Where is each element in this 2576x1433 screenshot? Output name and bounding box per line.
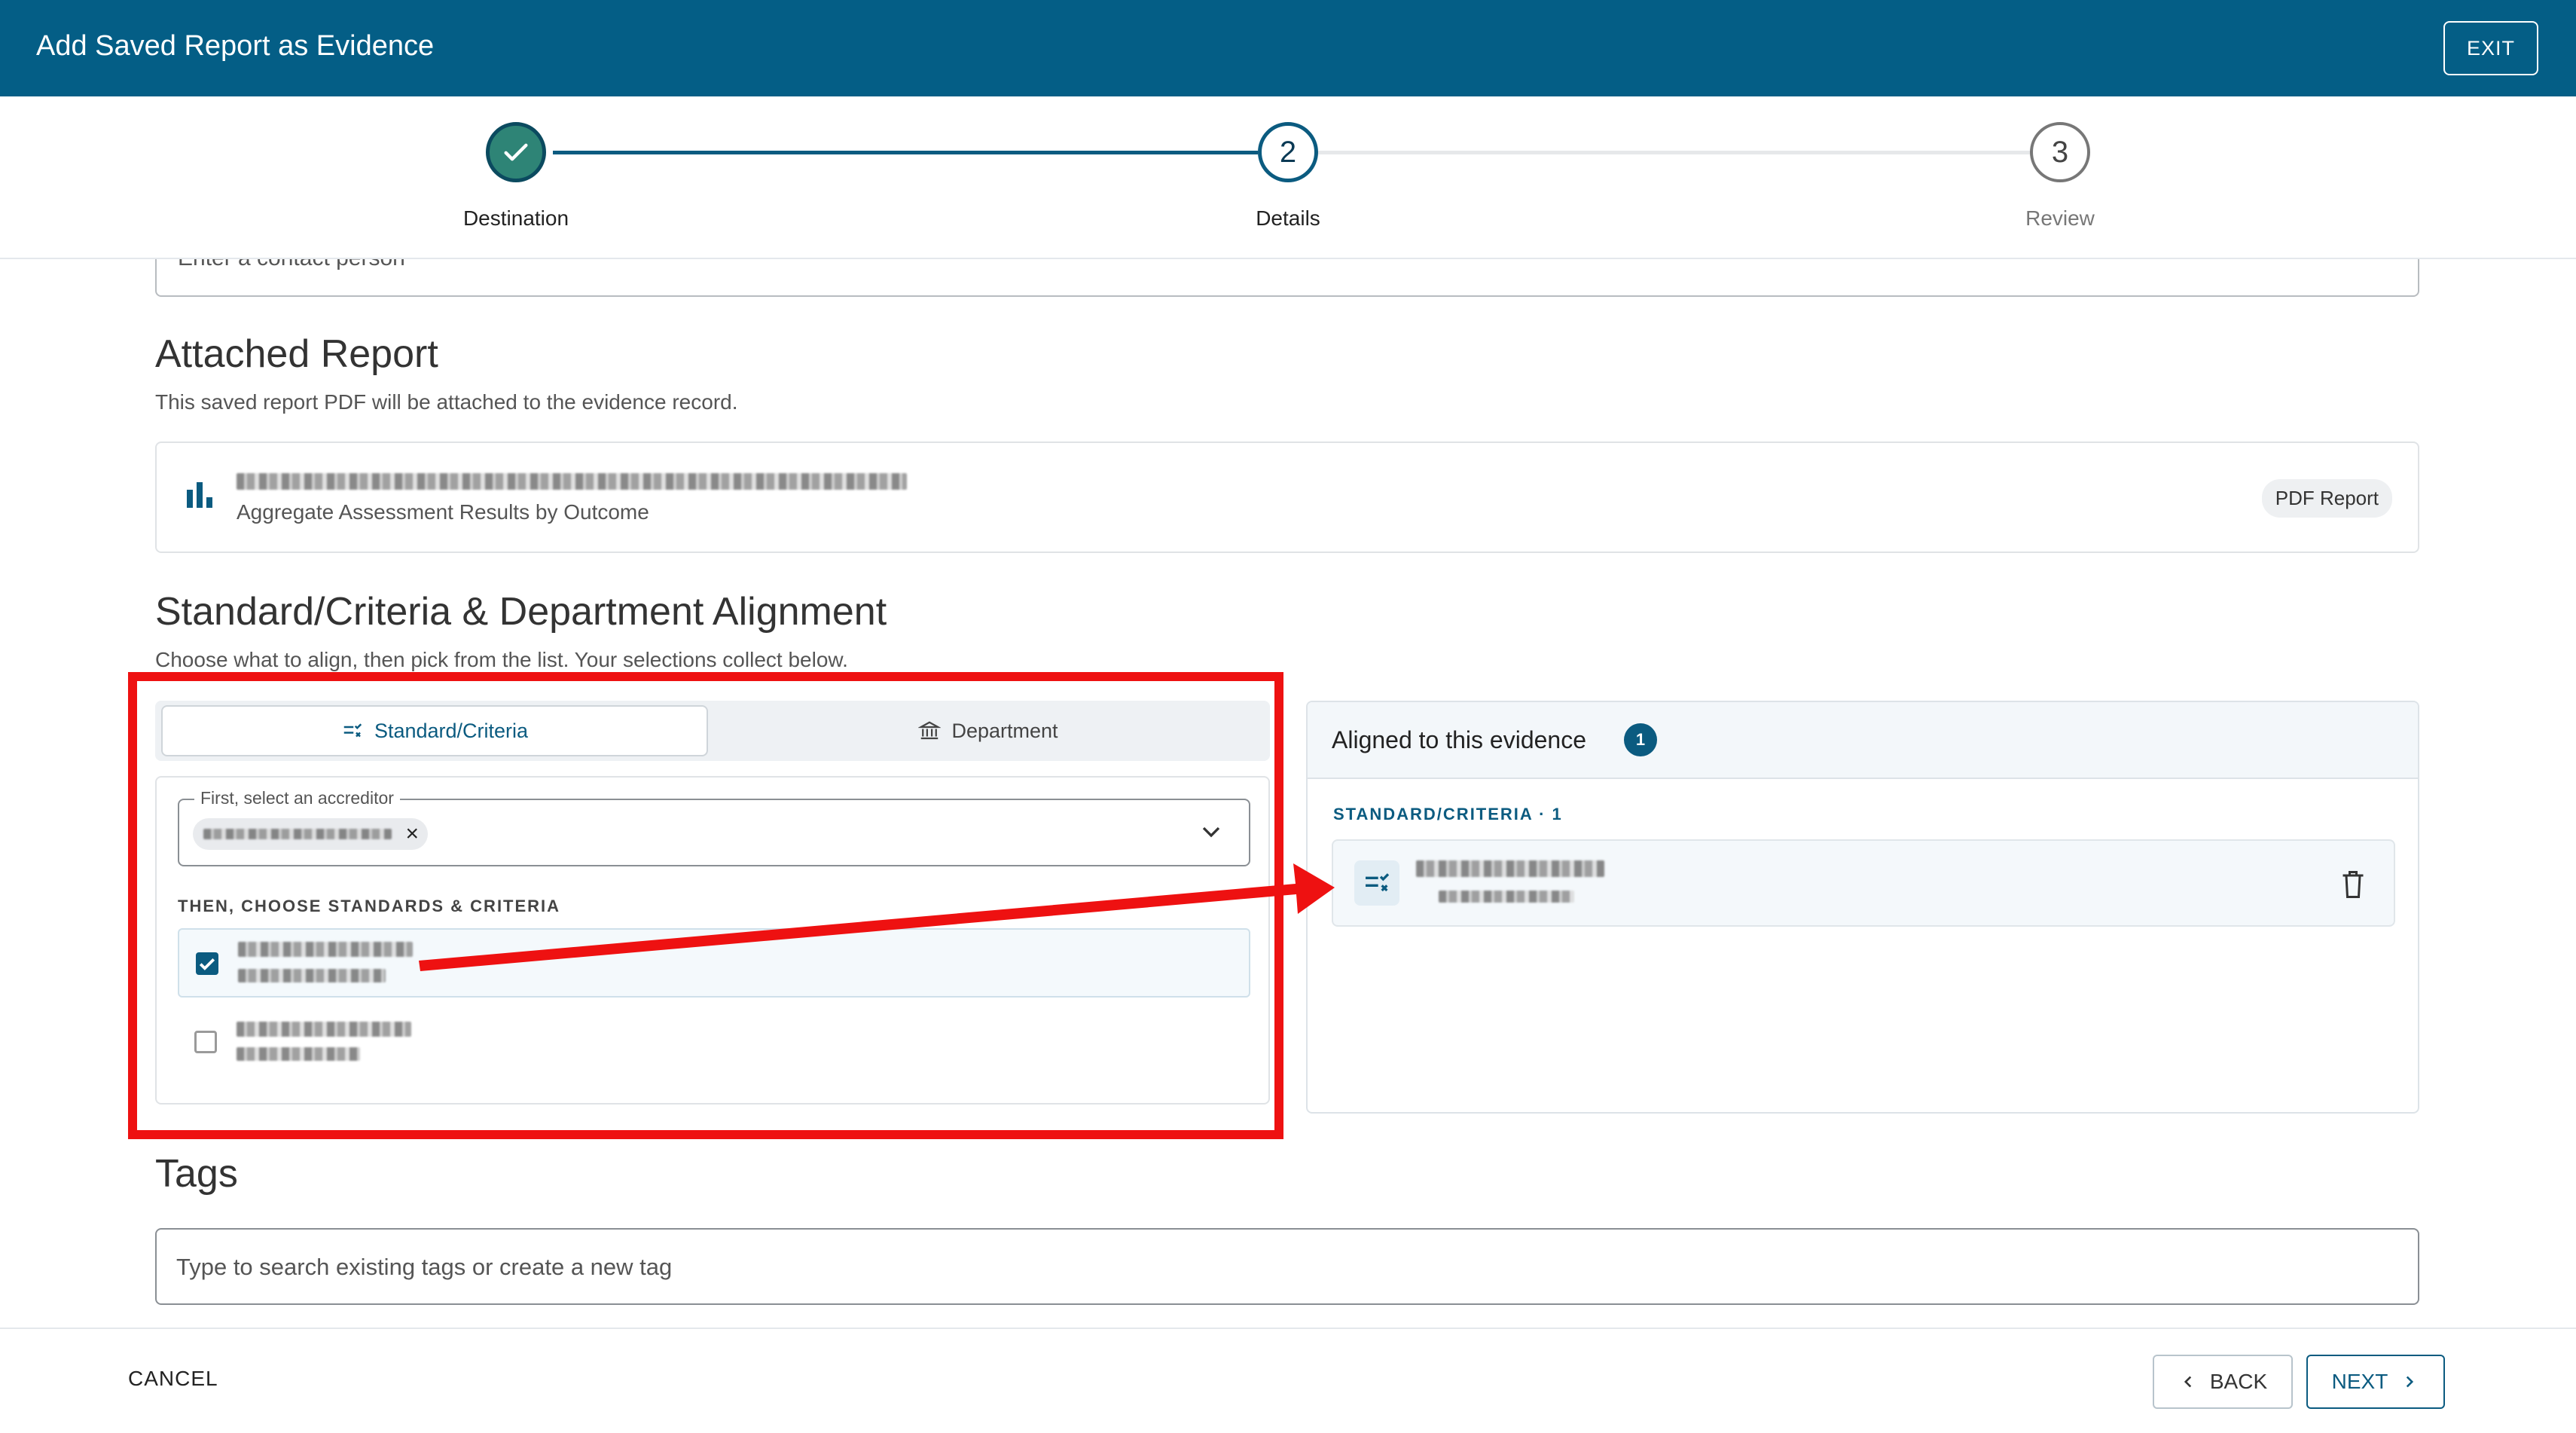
report-type: Aggregate Assessment Results by Outcome — [237, 500, 649, 524]
aligned-panel-title: Aligned to this evidence — [1332, 726, 1586, 753]
chevron-left-icon — [2184, 1376, 2192, 1388]
attached-report-card: Aggregate Assessment Results by Outcome … — [155, 442, 2419, 553]
pdf-report-badge: PDF Report — [2261, 479, 2392, 518]
back-button-label: BACK — [2209, 1370, 2268, 1393]
contact-person-placeholder: Enter a contact person — [178, 259, 405, 271]
back-button[interactable]: BACK — [2153, 1355, 2293, 1409]
progress-stepper: 2 3 Destination Details Review — [0, 96, 2576, 259]
report-name-redacted — [237, 473, 907, 490]
stepper-connector-upcoming — [1315, 151, 2031, 154]
tags-field[interactable] — [155, 1228, 2419, 1305]
next-button[interactable]: NEXT — [2306, 1355, 2445, 1409]
stepper-connector-complete — [553, 151, 1258, 154]
step-label-review: Review — [2025, 206, 2095, 230]
tags-title: Tags — [155, 1152, 238, 1196]
next-button-label: NEXT — [2331, 1370, 2388, 1393]
annotation-highlight-box — [128, 672, 1283, 1139]
alignment-title: Standard/Criteria & Department Alignment — [155, 590, 887, 634]
tags-input[interactable] — [176, 1252, 2361, 1282]
dialog-title: Add Saved Report as Evidence — [36, 30, 435, 62]
aligned-item — [1332, 839, 2395, 927]
aligned-item-subtitle-redacted — [1439, 891, 1574, 903]
step-details-current: 2 — [1258, 122, 1318, 182]
chevron-right-icon — [2407, 1376, 2414, 1388]
aligned-group-label: STANDARD/CRITERIA · 1 — [1333, 805, 1563, 823]
attached-report-title: Attached Report — [155, 332, 438, 376]
step-review-upcoming: 3 — [2030, 122, 2090, 182]
step-label-details: Details — [1256, 206, 1320, 230]
exit-button[interactable]: EXIT — [2443, 21, 2538, 75]
aligned-panel-header: Aligned to this evidence 1 — [1308, 702, 2418, 779]
contact-person-input[interactable]: Enter a contact person — [155, 259, 2419, 297]
cancel-button[interactable]: CANCEL — [128, 1367, 218, 1391]
step-destination-complete[interactable] — [486, 122, 546, 182]
aligned-evidence-panel: Aligned to this evidence 1 STANDARD/CRIT… — [1306, 701, 2419, 1114]
attached-report-subtitle: This saved report PDF will be attached t… — [155, 390, 738, 414]
dialog-footer: CANCEL BACK NEXT — [0, 1328, 2576, 1433]
top-app-bar: Add Saved Report as Evidence EXIT — [0, 0, 2576, 96]
aligned-item-title-redacted — [1416, 860, 1604, 877]
step-label-destination: Destination — [462, 206, 569, 230]
check-icon — [504, 143, 528, 161]
standards-icon — [1354, 860, 1399, 906]
bar-chart-icon — [187, 482, 212, 508]
alignment-subtitle: Choose what to align, then pick from the… — [155, 648, 848, 671]
aligned-count-badge: 1 — [1624, 723, 1657, 756]
trash-icon[interactable] — [2339, 868, 2367, 901]
